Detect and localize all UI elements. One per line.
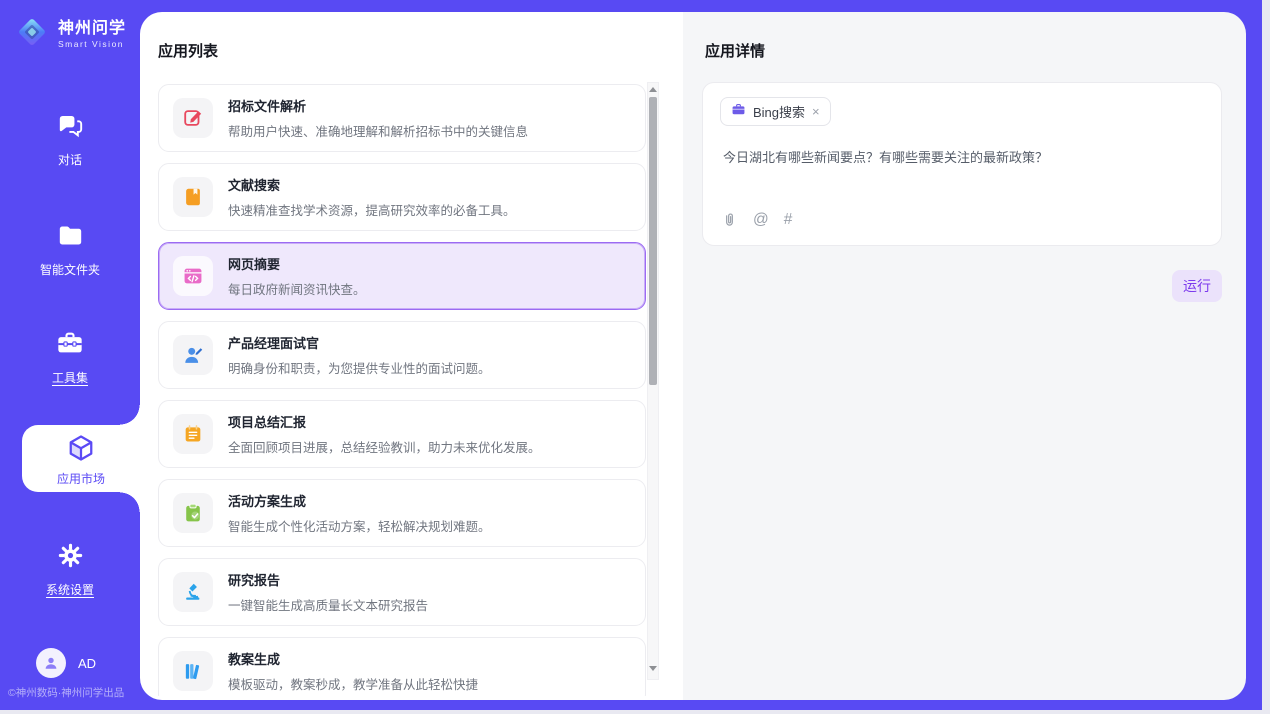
app-card-event-plan[interactable]: 活动方案生成 智能生成个性化活动方案，轻松解决规划难题。 bbox=[158, 479, 646, 547]
folder-icon bbox=[57, 236, 84, 253]
app-detail-panel: 应用详情 Bing搜索 × 今日湖北有哪些新闻要点？有哪些需要关注的最新政策？ bbox=[683, 12, 1246, 700]
tool-chip-bing-search[interactable]: Bing搜索 × bbox=[720, 97, 831, 126]
tool-chip-label: Bing搜索 bbox=[753, 102, 805, 121]
sidebar-item-toolset[interactable]: 工具集 bbox=[0, 329, 140, 386]
app-card-bid-analysis[interactable]: 招标文件解析 帮助用户快速、准确地理解和解析招标书中的关键信息 bbox=[158, 84, 646, 152]
sidebar: 神州问学 Smart Vision 对话 智能文件夹 bbox=[0, 0, 140, 710]
scrollbar-thumb[interactable] bbox=[649, 97, 657, 385]
sidebar-item-label: 应用市场 bbox=[22, 470, 140, 487]
brand-diamond-icon bbox=[14, 14, 50, 55]
sidebar-item-chat[interactable]: 对话 bbox=[0, 112, 140, 168]
user-account[interactable]: AD bbox=[36, 648, 96, 678]
chip-close-icon[interactable]: × bbox=[812, 105, 820, 118]
toolbox-icon bbox=[56, 344, 84, 361]
chat-icon bbox=[57, 126, 84, 143]
app-list: 招标文件解析 帮助用户快速、准确地理解和解析招标书中的关键信息 文献搜索 快速精… bbox=[158, 84, 646, 696]
pen-square-icon bbox=[173, 98, 213, 138]
sidebar-item-app-market[interactable]: 应用市场 bbox=[22, 425, 140, 492]
cube-icon bbox=[66, 450, 96, 467]
app-card-desc: 全面回顾项目进展，总结经验教训，助力未来优化发展。 bbox=[228, 437, 541, 456]
app-card-title: 项目总结汇报 bbox=[228, 412, 541, 431]
sidebar-item-label: 工具集 bbox=[0, 369, 140, 386]
clipboard-check-icon bbox=[173, 493, 213, 533]
app-card-title: 产品经理面试官 bbox=[228, 333, 491, 352]
hash-icon[interactable]: # bbox=[784, 211, 793, 229]
app-card-pm-interviewer[interactable]: 产品经理面试官 明确身份和职责，为您提供专业性的面试问题。 bbox=[158, 321, 646, 389]
app-card-web-summary[interactable]: 网页摘要 每日政府新闻资讯快查。 bbox=[158, 242, 646, 310]
app-list-panel: 应用列表 招标文件解析 帮助用户快速、准确地理解和解析招标书中的关键信息 bbox=[140, 12, 683, 700]
app-card-desc: 模板驱动，教案秒成，教学准备从此轻松快捷 bbox=[228, 674, 478, 693]
app-card-research-report[interactable]: 研究报告 一键智能生成高质量长文本研究报告 bbox=[158, 558, 646, 626]
app-card-project-summary[interactable]: 项目总结汇报 全面回顾项目进展，总结经验教训，助力未来优化发展。 bbox=[158, 400, 646, 468]
sidebar-item-settings[interactable]: 系统设置 bbox=[0, 542, 140, 598]
sidebar-item-label: 对话 bbox=[0, 151, 140, 168]
books-icon bbox=[173, 651, 213, 691]
avatar bbox=[36, 648, 66, 678]
report-document-icon bbox=[173, 414, 213, 454]
brand-name: 神州问学 bbox=[58, 20, 126, 38]
app-list-title: 应用列表 bbox=[158, 40, 218, 61]
brand-logo: 神州问学 Smart Vision bbox=[14, 14, 126, 55]
app-card-title: 网页摘要 bbox=[228, 254, 366, 273]
app-card-title: 文献搜索 bbox=[228, 175, 516, 194]
briefcase-icon bbox=[731, 102, 746, 122]
paperclip-icon[interactable] bbox=[721, 212, 738, 229]
book-icon bbox=[173, 177, 213, 217]
sidebar-item-label: 系统设置 bbox=[0, 581, 140, 598]
microscope-icon bbox=[173, 572, 213, 612]
scroll-up-arrow-icon[interactable] bbox=[649, 87, 657, 92]
app-list-scrollbar[interactable] bbox=[647, 82, 659, 680]
app-card-title: 教案生成 bbox=[228, 649, 478, 668]
run-button[interactable]: 运行 bbox=[1172, 270, 1222, 302]
app-card-lesson-plan[interactable]: 教案生成 模板驱动，教案秒成，教学准备从此轻松快捷 bbox=[158, 637, 646, 696]
query-input[interactable]: 今日湖北有哪些新闻要点？有哪些需要关注的最新政策？ bbox=[723, 147, 1201, 166]
app-card-title: 活动方案生成 bbox=[228, 491, 491, 510]
app-card-desc: 一键智能生成高质量长文本研究报告 bbox=[228, 595, 428, 614]
app-card-desc: 帮助用户快速、准确地理解和解析招标书中的关键信息 bbox=[228, 121, 528, 140]
sidebar-item-smart-folder[interactable]: 智能文件夹 bbox=[0, 222, 140, 278]
interviewer-person-icon bbox=[173, 335, 213, 375]
mention-icon[interactable]: @ bbox=[753, 211, 769, 229]
app-card-title: 招标文件解析 bbox=[228, 96, 528, 115]
copyright-footer: ©神州数码·神州问学出品 bbox=[8, 685, 124, 700]
app-window: 神州问学 Smart Vision 对话 智能文件夹 bbox=[0, 0, 1262, 710]
gear-icon bbox=[57, 556, 84, 573]
prompt-editor-card[interactable]: Bing搜索 × 今日湖北有哪些新闻要点？有哪些需要关注的最新政策？ @ # bbox=[702, 82, 1222, 246]
scroll-down-arrow-icon[interactable] bbox=[649, 666, 657, 671]
user-initials: AD bbox=[78, 656, 96, 671]
main-content: 应用列表 招标文件解析 帮助用户快速、准确地理解和解析招标书中的关键信息 bbox=[140, 12, 1246, 700]
composer-toolbar: @ # bbox=[721, 211, 792, 229]
app-card-desc: 每日政府新闻资讯快查。 bbox=[228, 279, 366, 298]
app-detail-title: 应用详情 bbox=[705, 40, 765, 61]
sidebar-item-label: 智能文件夹 bbox=[0, 261, 140, 278]
brand-subtitle: Smart Vision bbox=[58, 39, 126, 49]
app-card-desc: 快速精准查找学术资源，提高研究效率的必备工具。 bbox=[228, 200, 516, 219]
app-card-literature-search[interactable]: 文献搜索 快速精准查找学术资源，提高研究效率的必备工具。 bbox=[158, 163, 646, 231]
app-card-desc: 智能生成个性化活动方案，轻松解决规划难题。 bbox=[228, 516, 491, 535]
app-card-desc: 明确身份和职责，为您提供专业性的面试问题。 bbox=[228, 358, 491, 377]
browser-code-icon bbox=[173, 256, 213, 296]
app-card-title: 研究报告 bbox=[228, 570, 428, 589]
